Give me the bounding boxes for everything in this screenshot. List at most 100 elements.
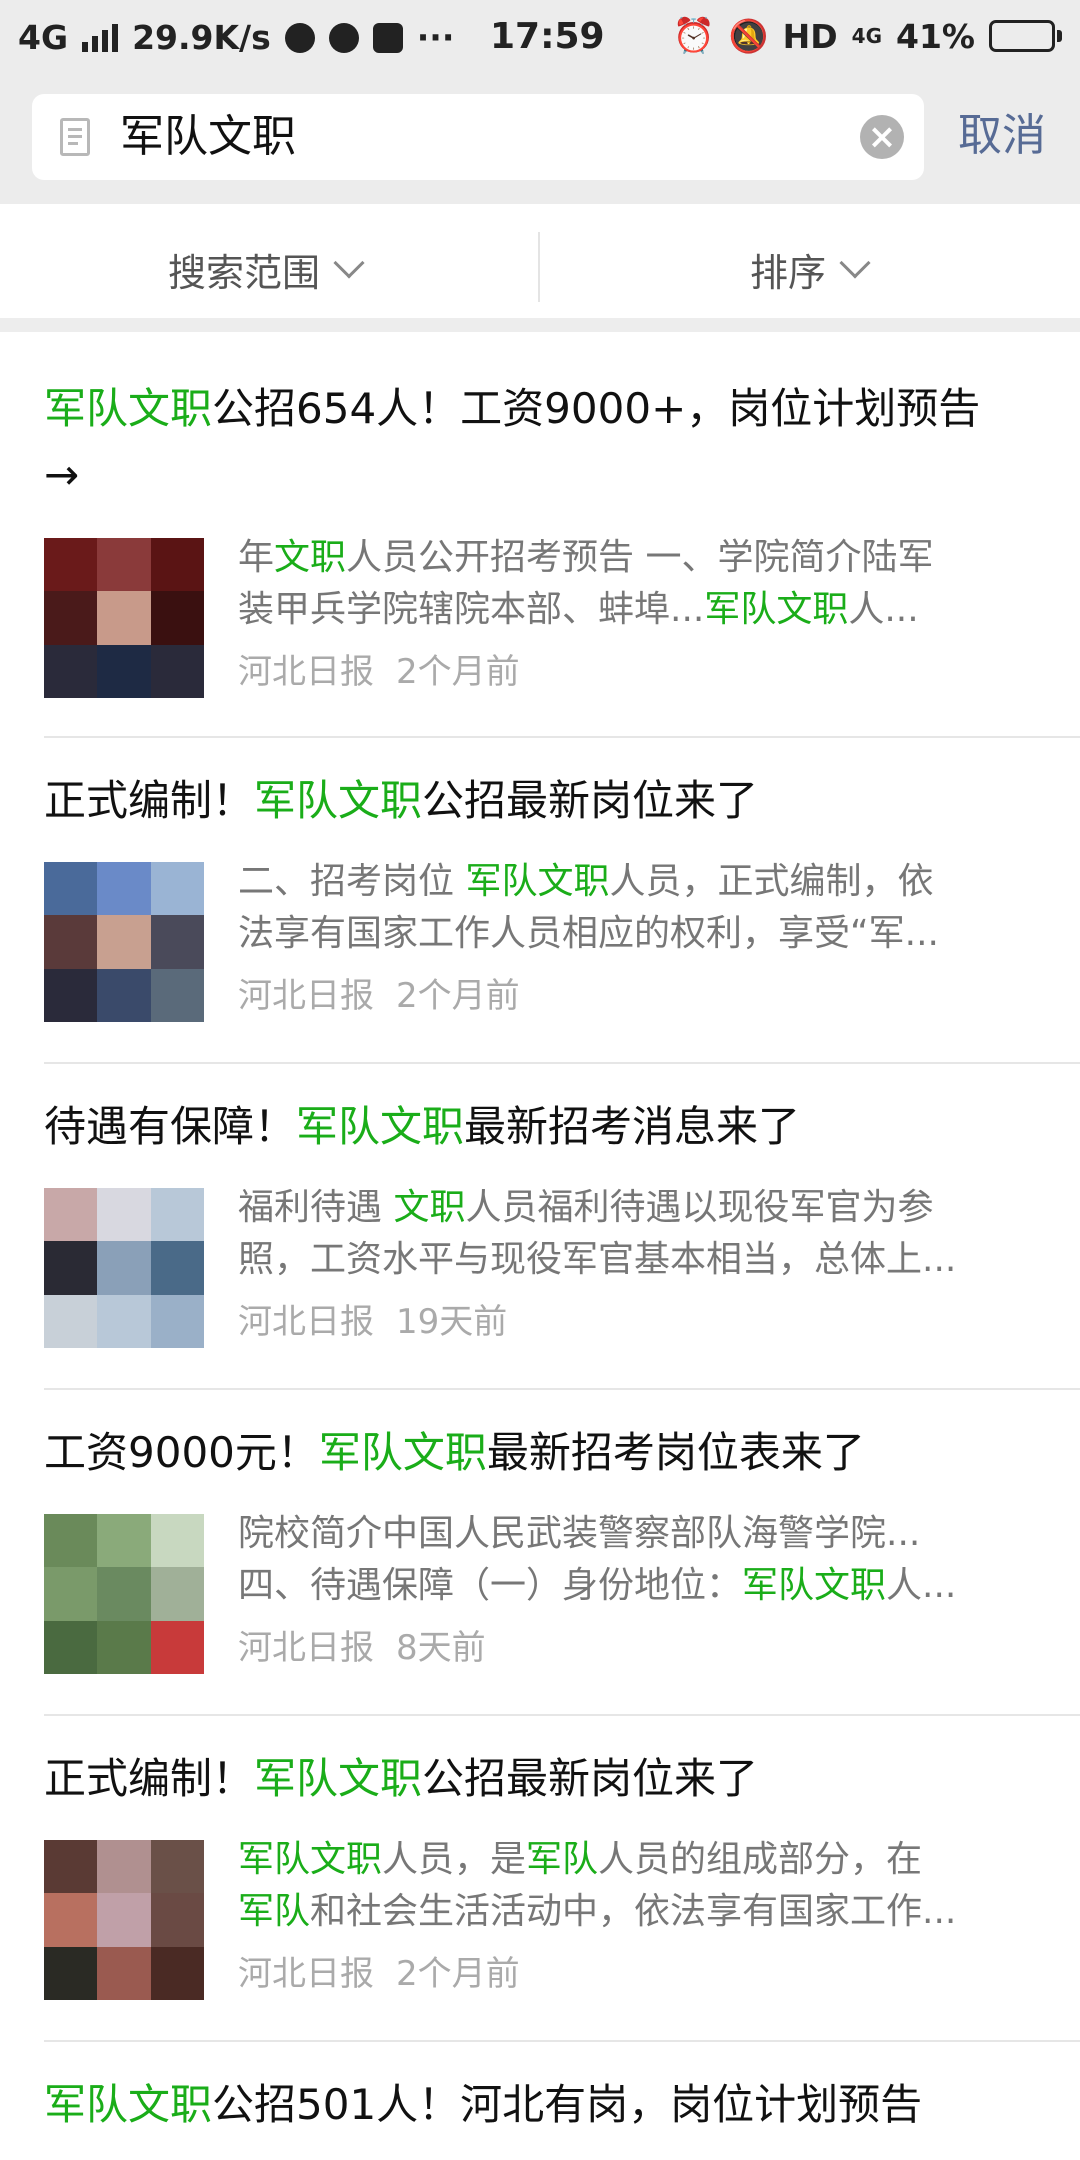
thumbnail-pixel [97,1567,151,1621]
text-segment: 装甲兵学院辖院本部、蚌埠... [238,589,705,630]
result-title: 正式编制！军队文职公招最新岗位来了 [44,1746,1044,1812]
thumbnail-pixel [44,862,98,916]
sort-label: 排序 [750,251,827,295]
text-segment: 人员，正式编制，依 [609,861,934,902]
thumbnail-pixel [150,968,204,1022]
result-item[interactable]: 待遇有保障！军队文职最新招考消息来了 福利待遇 文职人员福利待遇以现役军官为参 … [0,1064,1080,1388]
thumbnail-pixel [97,1620,151,1674]
result-meta: 河北日报 2个月前 [238,968,520,1017]
thumbnail-pixel [44,1840,98,1894]
filter-divider [538,232,540,302]
result-snippet: 院校简介中国人民武装警察部队海警学院... 四、待遇保障（一）身份地位：军队文职… [238,1508,1038,1612]
thumbnail-pixel [150,915,204,969]
thumbnail-pixel [44,1567,98,1621]
text-segment: 年 [238,537,275,578]
more-notifications: ··· [416,18,455,57]
text-segment: 正式编制！ [44,776,255,825]
result-meta: 河北日报 2个月前 [238,1946,520,1995]
thumbnail-pixel [97,1294,151,1348]
result-snippet: 二、招考岗位 军队文职人员，正式编制，依 法享有国家工作人员相应的权利，享受“军… [238,856,1038,960]
search-input[interactable]: 军队文职 × [32,94,924,180]
text-segment: → [44,450,80,499]
keyword-highlight: 军队 [526,1839,599,1880]
keyword-highlight: 军队文职 [318,1428,487,1477]
thumbnail-pixel [97,1514,151,1568]
thumbnail-pixel [150,644,204,698]
result-item[interactable]: 军队文职公招654人！工资9000+，岗位计划预告 → 年文职人员公开招考预告 一… [0,346,1080,736]
thumbnail-pixel [97,1840,151,1894]
text-segment: 四、待遇保障（一）身份地位： [238,1565,743,1606]
result-time: 19天前 [396,1302,508,1342]
thumbnail-pixel [150,1840,204,1894]
wechat-icon [328,22,359,53]
battery-percent: 41% [896,16,975,56]
keyword-highlight: 军队文职 [44,384,213,433]
text-segment: 人员公开招考预告 一、学院简介陆军 [346,537,934,578]
search-scope-label: 搜索范围 [168,251,321,295]
result-title: 正式编制！军队文职公招最新岗位来了 [44,768,1044,834]
result-thumbnail [44,1840,204,2000]
thumbnail-pixel [97,538,151,592]
thumbnail-pixel [44,644,98,698]
result-source: 河北日报 [238,976,374,1016]
thumbnail-pixel [97,968,151,1022]
result-source: 河北日报 [238,1302,374,1342]
thumbnail-pixel [44,1893,98,1947]
result-meta: 河北日报 2个月前 [238,644,520,693]
network-speed: 29.9K/s [132,18,271,57]
text-segment: 法享有国家工作人员相应的权利，享受“军... [238,913,939,954]
text-segment: 人... [886,1565,957,1606]
result-item[interactable]: 正式编制！军队文职公招最新岗位来了 军队文职人员，是军队人员的组成部分，在 军队… [0,1716,1080,2040]
text-segment: 院校简介中国人民武装警察部队海警学院... [238,1513,921,1554]
keyword-highlight: 军队文职 [254,776,423,825]
thumbnail-pixel [150,1620,204,1674]
text-segment: 公招最新岗位来了 [422,1754,759,1803]
flash-icon [372,22,403,53]
sort-filter[interactable]: 排序 [750,242,871,297]
filter-bar: 搜索范围 排序 [0,204,1080,332]
thumbnail-pixel [44,591,98,645]
thumbnail-pixel [97,1188,151,1242]
text-segment: 公招501人！河北有岗，岗位计划预告 [212,2080,923,2129]
thumbnail-pixel [150,1294,204,1348]
cancel-button[interactable]: 取消 [958,108,1046,164]
result-item[interactable]: 正式编制！军队文职公招最新岗位来了 二、招考岗位 军队文职人员，正式编制，依 法… [0,738,1080,1062]
text-segment: 人员的组成部分，在 [598,1839,923,1880]
text-segment: 和社会生活活动中，依法享有国家工作... [310,1891,957,1932]
text-segment: 待遇有保障！ [44,1102,297,1151]
thumbnail-pixel [150,591,204,645]
result-item[interactable]: 工资9000元！军队文职最新招考岗位表来了 院校简介中国人民武装警察部队海警学院… [0,1390,1080,1714]
clear-icon[interactable]: × [860,115,904,159]
thumbnail-pixel [150,538,204,592]
thumbnail-pixel [97,591,151,645]
thumbnail-pixel [150,1567,204,1621]
thumbnail-pixel [44,1514,98,1568]
text-segment: 二、招考岗位 [238,861,466,902]
result-title: 军队文职公招654人！工资9000+，岗位计划预告 → [44,376,1044,508]
status-left: 4G 29.9K/s ··· [18,18,454,57]
result-snippet: 年文职人员公开招考预告 一、学院简介陆军 装甲兵学院辖院本部、蚌埠...军队文职… [238,532,1038,636]
alarm-icon: ⏰ [672,16,715,56]
result-item[interactable]: 军队文职公招501人！河北有岗，岗位计划预告 [0,2042,1080,2160]
search-scope-filter[interactable]: 搜索范围 [168,242,365,297]
app-notification-icon [284,22,315,53]
thumbnail-pixel [44,968,98,1022]
result-meta: 河北日报 8天前 [238,1620,486,1669]
result-time: 2个月前 [396,1954,520,1994]
thumbnail-pixel [150,1188,204,1242]
result-meta: 河北日报 19天前 [238,1294,507,1343]
text-segment: 人员福利待遇以现役军官为参 [465,1187,934,1228]
result-title: 军队文职公招501人！河北有岗，岗位计划预告 [44,2072,1044,2138]
thumbnail-pixel [44,1946,98,2000]
thumbnail-pixel [44,1620,98,1674]
keyword-highlight: 文职 [274,537,347,578]
search-query[interactable]: 军队文职 [120,110,296,164]
text-segment: 人员，是 [382,1839,527,1880]
chevron-down-icon [333,246,365,279]
thumbnail-pixel [44,1294,98,1348]
keyword-highlight: 军队文职 [44,2080,213,2129]
thumbnail-pixel [44,915,98,969]
thumbnail-pixel [150,1514,204,1568]
search-header: 军队文职 × 取消 [0,76,1080,204]
result-thumbnail [44,1514,204,1674]
